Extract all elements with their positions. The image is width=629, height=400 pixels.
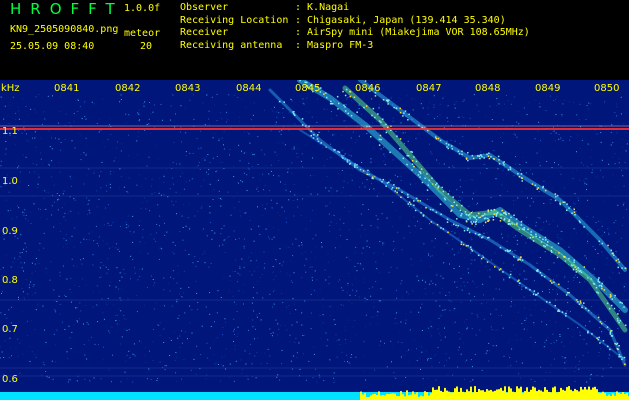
x-tick-label: 0845	[295, 83, 320, 94]
meteor-count: 20	[140, 41, 153, 52]
meta-row-observer: Observer : K.Nagai	[180, 2, 530, 15]
y-tick-label: 0.9	[2, 226, 18, 237]
x-tick-label: 0841	[54, 83, 79, 94]
meta-row-antenna: Receiving antenna : Maspro FM-3	[180, 40, 530, 53]
x-tick-label: 0847	[416, 83, 441, 94]
filename-label: KN9_2505090840.png	[10, 24, 119, 35]
x-tick-label: 0846	[355, 83, 380, 94]
y-tick-label: 0.6	[2, 374, 18, 385]
app-title: HROFFT	[10, 0, 124, 18]
meta-key: Receiving antenna	[180, 39, 283, 51]
header-panel: HROFFT 1.0.0f KN9_2505090840.png 25.05.0…	[0, 0, 629, 80]
meta-row-receiver: Receiver : AirSpy mini (Miakejima VOR 108…	[180, 27, 530, 40]
y-unit-label: kHz	[1, 83, 20, 94]
meta-key: Receiver	[180, 27, 229, 38]
datetime-label: 25.05.09 08:40	[10, 41, 95, 52]
version-label: 1.0.0f	[124, 3, 161, 14]
y-tick-label: 1.1	[2, 126, 18, 137]
meta-value: : Maspro FM-3	[295, 39, 374, 51]
meta-value: : Chigasaki, Japan (139.414 35.340)	[295, 14, 506, 26]
meta-key: Observer	[180, 2, 229, 13]
meta-value: : AirSpy mini (Miakejima VOR 108.65MHz)	[295, 27, 530, 38]
meteor-label: meteor	[124, 28, 161, 39]
x-tick-label: 0842	[115, 83, 140, 94]
y-tick-label: 0.7	[2, 324, 18, 335]
y-tick-label: 1.0	[2, 176, 18, 187]
x-tick-label: 0850	[594, 83, 619, 94]
meta-key: Receiving Location	[180, 14, 289, 26]
x-tick-label: 0848	[475, 83, 500, 94]
x-tick-label: 0843	[175, 83, 200, 94]
x-tick-label: 0844	[236, 83, 261, 94]
y-tick-label: 0.8	[2, 275, 18, 286]
spectrogram-panel: kHz 1.1 1.0 0.9 0.8 0.7 0.6 0841 0842 08…	[0, 80, 629, 400]
meta-value: : K.Nagai	[295, 2, 350, 13]
x-tick-label: 0849	[535, 83, 560, 94]
meta-row-location: Receiving Location : Chigasaki, Japan (13…	[180, 15, 530, 28]
station-meta: Observer : K.Nagai Receiving Location : Ch…	[180, 2, 530, 52]
